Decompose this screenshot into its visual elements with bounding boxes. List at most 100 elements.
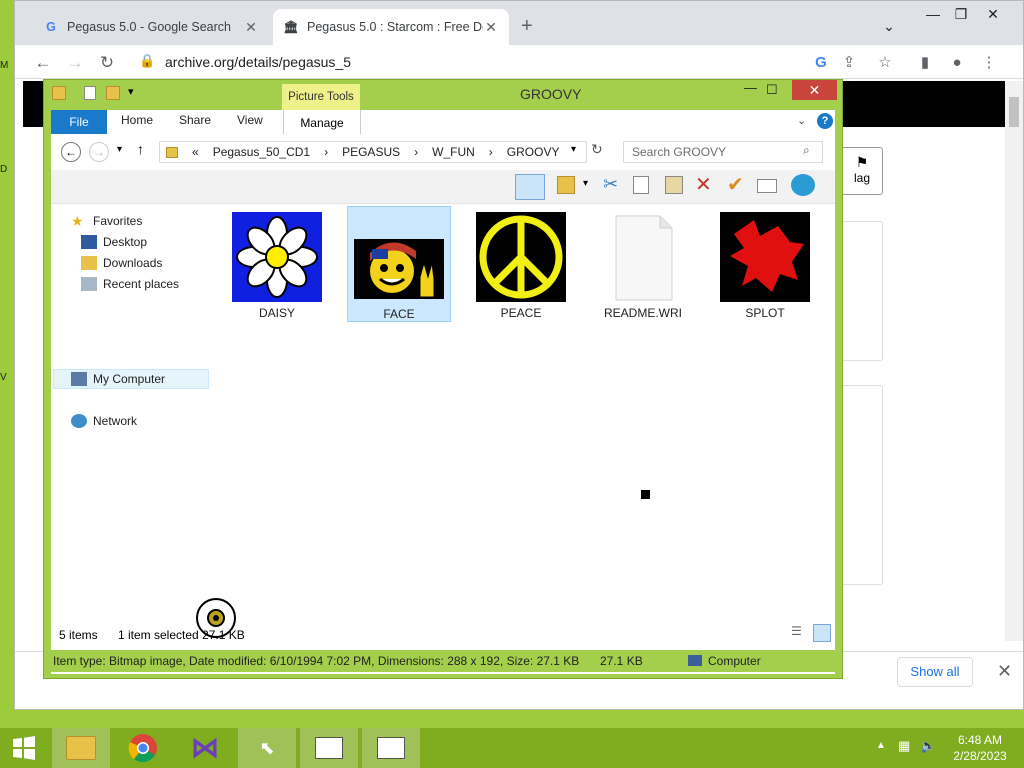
close-tab-icon[interactable]: ✕ xyxy=(243,19,259,36)
close-button[interactable]: ✕ xyxy=(975,3,1011,25)
refresh-icon[interactable]: ↻ xyxy=(591,141,603,158)
google-lens-icon[interactable]: G xyxy=(809,51,833,75)
nav-desktop[interactable]: Desktop xyxy=(81,235,147,249)
file-item-readme[interactable]: README.WRI xyxy=(591,208,695,320)
tab-archive[interactable]: 🏛 Pegasus 5.0 : Starcom : Free Dow ✕ xyxy=(273,9,509,45)
taskbar-pegasus-app[interactable]: ⬉ xyxy=(238,728,296,768)
taskbar-window-1[interactable] xyxy=(300,728,358,768)
file-name: FACE xyxy=(383,307,415,321)
help-icon[interactable]: ? xyxy=(817,113,833,129)
breadcrumb-item[interactable]: Pegasus_50_CD1 xyxy=(213,145,310,159)
preview-pane-icon[interactable] xyxy=(515,174,545,200)
details-bar: Item type: Bitmap image, Date modified: … xyxy=(44,650,842,672)
clock-date: 2/28/2023 xyxy=(953,749,1007,763)
show-hidden-icons-icon[interactable]: ▲ xyxy=(876,740,886,751)
address-dropdown-icon[interactable]: ▾ xyxy=(571,144,576,155)
taskbar-file-explorer[interactable] xyxy=(52,728,110,768)
up-arrow-icon[interactable]: ↑ xyxy=(137,141,144,157)
close-button[interactable]: ✕ xyxy=(792,80,837,100)
volume-icon[interactable]: 🔈 xyxy=(920,738,936,754)
rename-icon[interactable] xyxy=(757,179,777,193)
file-item-daisy[interactable]: DAISY xyxy=(225,208,329,320)
tab-strip: G Pegasus 5.0 - Google Search ✕ 🏛 Pegasu… xyxy=(15,1,1023,45)
tab-google-search[interactable]: G Pegasus 5.0 - Google Search ✕ xyxy=(33,9,269,45)
menu-kebab-icon[interactable]: ⋮ xyxy=(977,51,1001,75)
nav-network[interactable]: Network xyxy=(71,414,137,428)
show-all-button[interactable]: Show all xyxy=(897,657,973,687)
delete-icon[interactable]: ✕ xyxy=(695,172,712,197)
desktop-icon-fragment[interactable]: D xyxy=(0,164,14,178)
system-clock[interactable]: 6:48 AM 2/28/2023 xyxy=(940,732,1020,764)
breadcrumb-item[interactable]: PEGASUS xyxy=(342,145,400,159)
new-tab-button[interactable]: + xyxy=(521,15,533,38)
file-name: DAISY xyxy=(258,306,295,320)
maximize-button[interactable]: ❐ xyxy=(943,3,979,25)
taskbar: ⋈ ⬉ ▲ ▦ 🔈 6:48 AM 2/28/2023 xyxy=(0,728,1024,768)
share-icon[interactable]: ⇪ xyxy=(837,51,861,75)
reload-icon[interactable]: ↻ xyxy=(95,51,119,75)
move-to-icon[interactable] xyxy=(557,176,575,194)
properties-check-icon[interactable]: ✔ xyxy=(727,172,744,197)
breadcrumb-item[interactable]: GROOVY xyxy=(507,145,560,159)
address-breadcrumb[interactable]: « Pegasus_50_CD1 › PEGASUS › W_FUN › GRO… xyxy=(159,141,587,163)
forward-icon[interactable]: → xyxy=(63,51,87,75)
breadcrumb-item[interactable]: W_FUN xyxy=(432,145,475,159)
network-tray-icon[interactable]: ▦ xyxy=(898,738,910,754)
start-button[interactable] xyxy=(0,728,48,768)
back-icon[interactable]: ← xyxy=(31,51,55,75)
expand-ribbon-icon[interactable]: ⌄ xyxy=(797,114,806,127)
recent-locations-icon[interactable]: ▾ xyxy=(117,144,122,155)
navigation-pane: ★ Favorites Desktop Downloads Recent pla… xyxy=(51,204,211,634)
file-item-splot[interactable]: SPLOT xyxy=(713,208,817,320)
nav-downloads[interactable]: Downloads xyxy=(81,256,162,270)
item-count: 5 items xyxy=(59,628,98,642)
file-item-face[interactable]: FACE xyxy=(347,206,451,322)
copy-icon[interactable] xyxy=(633,176,649,194)
tab-file[interactable]: File xyxy=(51,110,107,134)
page-scrollbar-thumb[interactable] xyxy=(1009,97,1019,127)
new-folder-icon[interactable] xyxy=(106,86,120,100)
maximize-button[interactable]: ☐ xyxy=(766,82,778,98)
tab-view[interactable]: View xyxy=(237,113,263,127)
nav-my-computer[interactable]: My Computer xyxy=(71,372,165,386)
taskbar-window-2[interactable] xyxy=(362,728,420,768)
close-download-bar-icon[interactable]: ✕ xyxy=(997,661,1012,682)
globe-icon[interactable] xyxy=(791,174,815,196)
breadcrumb-overflow[interactable]: « xyxy=(192,145,199,159)
taskbar-visual-studio[interactable]: ⋈ xyxy=(176,728,234,768)
mouse-cursor-icon: ⬉ xyxy=(259,737,275,758)
taskbar-chrome[interactable] xyxy=(114,728,172,768)
close-tab-icon[interactable]: ✕ xyxy=(483,19,499,36)
nav-recent-places[interactable]: Recent places xyxy=(81,277,179,291)
side-panel-icon[interactable]: ▮ xyxy=(913,51,937,75)
desktop-icon xyxy=(81,235,97,249)
bookmark-star-icon[interactable]: ☆ xyxy=(873,51,897,75)
profile-avatar-icon[interactable]: ● xyxy=(945,51,969,75)
desktop-icon-fragment[interactable]: M xyxy=(0,60,14,74)
tab-manage[interactable]: Manage xyxy=(283,110,361,134)
page-scrollbar[interactable] xyxy=(1005,81,1023,641)
file-item-peace[interactable]: PEACE xyxy=(469,208,573,320)
lock-icon[interactable]: 🔒 xyxy=(139,53,155,69)
browser-toolbar: ← → ↻ 🔒 archive.org/details/pegasus_5 G … xyxy=(15,45,1023,79)
details-view-icon[interactable]: ☰ xyxy=(791,624,807,640)
address-bar[interactable]: archive.org/details/pegasus_5 xyxy=(165,54,351,70)
paste-icon[interactable] xyxy=(665,176,683,194)
quick-access-dropdown-icon[interactable]: ▾ xyxy=(128,85,134,98)
tab-search-chevron-icon[interactable]: ⌄ xyxy=(871,15,907,37)
dropdown-icon[interactable]: ▾ xyxy=(583,178,588,189)
nav-favorites[interactable]: ★ Favorites xyxy=(71,214,142,228)
back-icon[interactable]: ← xyxy=(61,142,81,162)
ribbon-tabs: File Home Share View Manage ⌄ ? xyxy=(51,110,835,134)
tab-share[interactable]: Share xyxy=(179,113,211,127)
flag-button[interactable]: ⚑ lag xyxy=(841,147,883,195)
forward-icon[interactable]: → xyxy=(89,142,109,162)
cut-icon[interactable]: ✂ xyxy=(603,174,618,195)
desktop-icon-fragment[interactable]: V xyxy=(0,372,14,386)
properties-icon[interactable] xyxy=(84,86,96,100)
tab-home[interactable]: Home xyxy=(121,113,153,127)
windows-logo-icon xyxy=(13,736,35,760)
minimize-button[interactable]: — xyxy=(744,80,757,95)
large-icons-view-icon[interactable] xyxy=(813,624,831,642)
search-input[interactable]: Search GROOVY xyxy=(623,141,823,163)
